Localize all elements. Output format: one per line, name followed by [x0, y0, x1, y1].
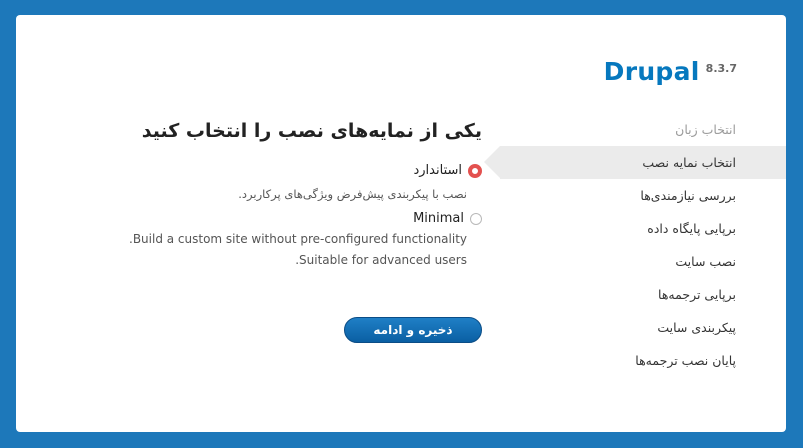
step-choose-language: انتخاب زبان	[675, 122, 736, 137]
step-verify-requirements: بررسی نیازمندی‌ها	[640, 188, 736, 203]
option-minimal-description-line-1: Build a custom site without pre-configur…	[128, 232, 467, 246]
option-minimal-description-line-2: Suitable for advanced users.	[295, 253, 467, 267]
save-and-continue-button[interactable]: ذخیره و ادامه	[344, 317, 482, 343]
option-minimal-label[interactable]: Minimal	[413, 211, 464, 226]
install-steps-list: انتخاب زبان انتخاب نمایه نصب بررسی نیازم…	[484, 113, 786, 377]
option-standard-description: نصب با پیکربندی پیش‌فرض ویژگی‌های پرکارب…	[238, 187, 467, 201]
step-configure-site: پیکربندی سایت	[657, 320, 736, 335]
page-title: یکی از نمایه‌های نصب را انتخاب کنید	[141, 120, 482, 142]
version-label: 8.3.7	[705, 62, 737, 75]
option-standard-label[interactable]: استاندارد	[413, 163, 462, 178]
installer-card: Drupal 8.3.7 انتخاب زبان انتخاب نمایه نص…	[16, 15, 786, 432]
option-minimal[interactable]: Minimal Build a custom site without pre-…	[109, 211, 482, 271]
option-minimal-row[interactable]: Minimal	[109, 211, 482, 226]
step-finish-translations: پایان نصب ترجمه‌ها	[635, 353, 736, 368]
option-minimal-description: Build a custom site without pre-configur…	[109, 229, 467, 271]
step-setup-translations: برپایی ترجمه‌ها	[658, 287, 736, 302]
step-install-site: نصب سایت	[675, 254, 736, 269]
profile-form: یکی از نمایه‌های نصب را انتخاب کنید استا…	[109, 117, 482, 271]
brand: Drupal 8.3.7	[604, 57, 737, 87]
radio-minimal[interactable]	[470, 212, 482, 225]
option-standard[interactable]: استاندارد نصب با پیکربندی پیش‌فرض ویژگی‌…	[109, 163, 482, 205]
step-setup-database: برپایی پایگاه داده	[647, 221, 736, 236]
radio-standard[interactable]	[468, 163, 482, 178]
step-choose-profile: انتخاب نمایه نصب	[484, 146, 786, 179]
option-standard-row[interactable]: استاندارد	[109, 163, 482, 178]
drupal-logo-text: Drupal	[603, 57, 700, 86]
